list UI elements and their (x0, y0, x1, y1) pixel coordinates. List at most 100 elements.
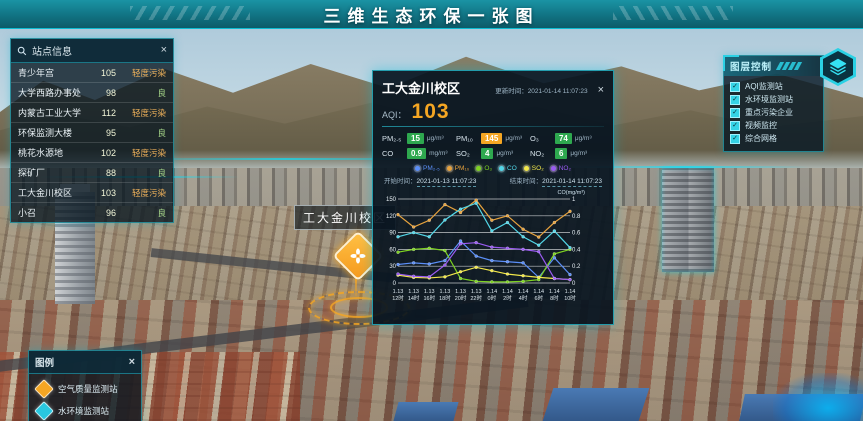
legend-dot (499, 166, 504, 171)
pollutant-name: NO₂ (530, 149, 552, 158)
station-row[interactable]: 青少年宫 105 轻度污染 (11, 63, 173, 83)
svg-text:0.8: 0.8 (572, 214, 581, 220)
svg-text:1.142时: 1.142时 (502, 289, 513, 302)
chart-legend-item[interactable]: SO₂ (524, 165, 544, 172)
pollutant-unit: μg/m³ (505, 135, 522, 142)
close-icon[interactable]: × (598, 85, 604, 96)
svg-text:90: 90 (389, 231, 396, 237)
station-row[interactable]: 小召 96 良 (11, 203, 173, 222)
legend-item-list: 空气质量监测站 水环境监测站 (29, 374, 141, 421)
chart-legend-item[interactable]: PM₁₀ (447, 165, 470, 172)
svg-text:1.1314时: 1.1314时 (408, 289, 420, 302)
svg-text:1.1322时: 1.1322时 (470, 289, 482, 302)
station-name: 小召 (18, 206, 92, 219)
station-aqi-level: 良 (116, 127, 166, 139)
pollutant-value-badge: 15 (407, 133, 424, 144)
station-aqi-level: 轻度污染 (116, 187, 166, 199)
legend-item: 空气质量监测站 (37, 378, 133, 400)
pollutant-unit: μg/m³ (570, 150, 587, 157)
station-name: 内蒙古工业大学 (18, 106, 92, 119)
svg-text:0.2: 0.2 (572, 264, 581, 270)
end-time: 结束时间：2021-01-14 11:07:23 (510, 175, 602, 185)
svg-text:1.148时: 1.148时 (549, 289, 560, 302)
station-name: 工大金川校区 (18, 186, 92, 199)
legend-panel-title: 图例 (35, 355, 54, 369)
station-aqi-level: 良 (116, 207, 166, 219)
pollutant-cell: O₃ 74 μg/m³ (530, 133, 604, 144)
svg-text:1.146时: 1.146时 (533, 289, 544, 302)
layer-toggle-row[interactable]: ✓ 重点污染企业 (730, 106, 817, 119)
chart-legend-item[interactable]: CO (499, 165, 517, 172)
station-aqi-level: 良 (116, 87, 166, 99)
pollutant-grid: PM₂.₅ 15 μg/m³ PM₁₀ 145 μg/m³ O₃ 74 μg/m… (382, 131, 604, 161)
station-panel-header: 站点信息 × (11, 39, 173, 63)
legend-label: CO (507, 165, 517, 172)
close-icon[interactable]: × (161, 45, 167, 56)
update-time-label: 更新时间： (495, 88, 528, 95)
layers-icon (828, 57, 848, 77)
checkbox-checked-icon[interactable]: ✓ (730, 121, 740, 131)
svg-text:150: 150 (386, 197, 397, 203)
legend-label: O₃ (484, 165, 492, 172)
station-aqi-value: 102 (92, 148, 116, 158)
pollutant-name: CO (382, 149, 404, 158)
checkbox-checked-icon[interactable]: ✓ (730, 95, 740, 105)
blue-roof-warehouse (393, 402, 458, 421)
station-row[interactable]: 内蒙古工业大学 112 轻度污染 (11, 103, 173, 123)
station-row[interactable]: 桃花水源地 102 轻度污染 (11, 143, 173, 163)
station-list: 青少年宫 105 轻度污染 大学西路办事处 98 良 内蒙古工业大学 112 轻… (11, 63, 173, 222)
aqi-label: AQI： (382, 108, 407, 121)
trend-chart-svg: 030609012015000.20.40.60.81CO(mg/m³)1.13… (382, 187, 586, 313)
pollutant-name: SO₂ (456, 149, 478, 158)
layer-panel-header: 图层控制 (724, 56, 823, 76)
legend-label: PM₂.₅ (423, 165, 440, 172)
aqi-value: 103 (412, 100, 450, 124)
checkbox-checked-icon[interactable]: ✓ (730, 82, 740, 92)
chart-legend-item[interactable]: NO₂ (551, 165, 571, 172)
station-aqi-value: 95 (92, 128, 116, 138)
layer-toggle-row[interactable]: ✓ 视频监控 (730, 119, 817, 132)
chart-legend-item[interactable]: O₃ (476, 165, 492, 172)
blue-roof-warehouse (543, 388, 650, 421)
legend-label: NO₂ (559, 165, 571, 172)
layer-toggle-row[interactable]: ✓ 水环境监测站 (730, 93, 817, 106)
layer-toggle-row[interactable]: ✓ 综合网格 (730, 132, 817, 145)
svg-text:120: 120 (386, 214, 397, 220)
chart-legend: PM₂.₅ PM₁₀ O₃ CO (382, 165, 604, 172)
layer-label: 视频监控 (745, 120, 777, 131)
legend-label: PM₁₀ (455, 165, 470, 172)
end-time-label: 结束时间： (510, 178, 543, 185)
svg-text:60: 60 (389, 247, 396, 253)
checkbox-checked-icon[interactable]: ✓ (730, 134, 740, 144)
pollutant-value-badge: 4 (481, 148, 493, 159)
station-name: 探矿厂 (18, 166, 92, 179)
layer-toggle-row[interactable]: ✓ AQI监测站 (730, 80, 817, 93)
station-row[interactable]: 工大金川校区 103 轻度污染 (11, 183, 173, 203)
station-row[interactable]: 环保监测大楼 95 良 (11, 123, 173, 143)
end-time-value[interactable]: 2021-01-14 11:07:23 (542, 178, 602, 187)
station-name: 环保监测大楼 (18, 126, 92, 139)
station-aqi-value: 112 (92, 108, 116, 118)
station-row[interactable]: 大学西路办事处 98 良 (11, 83, 173, 103)
start-time: 开始时间：2021-01-13 11:07:23 (384, 175, 476, 185)
svg-text:1: 1 (572, 197, 576, 203)
layer-label: 综合网格 (745, 133, 777, 144)
pollutant-name: PM₂.₅ (382, 134, 404, 143)
pollutant-cell: CO 0.9 mg/m³ (382, 148, 456, 159)
checkbox-checked-icon[interactable]: ✓ (730, 108, 740, 118)
station-aqi-level: 良 (116, 167, 166, 179)
legend-marker-icon (34, 401, 54, 421)
pollutant-unit: μg/m³ (427, 135, 444, 142)
chart-legend-item[interactable]: PM₂.₅ (415, 165, 440, 172)
station-row[interactable]: 探矿厂 88 良 (11, 163, 173, 183)
pollutant-unit: mg/m³ (429, 150, 447, 157)
station-aqi-value: 105 (92, 68, 116, 78)
svg-text:1.1318时: 1.1318时 (439, 289, 451, 302)
close-icon[interactable]: × (129, 357, 135, 368)
station-aqi-level: 轻度污染 (116, 147, 166, 159)
legend-dot (551, 166, 556, 171)
start-time-value[interactable]: 2021-01-13 11:07:23 (417, 178, 477, 187)
station-aqi-value: 98 (92, 88, 116, 98)
legend-dot (415, 166, 420, 171)
divider (382, 126, 604, 127)
